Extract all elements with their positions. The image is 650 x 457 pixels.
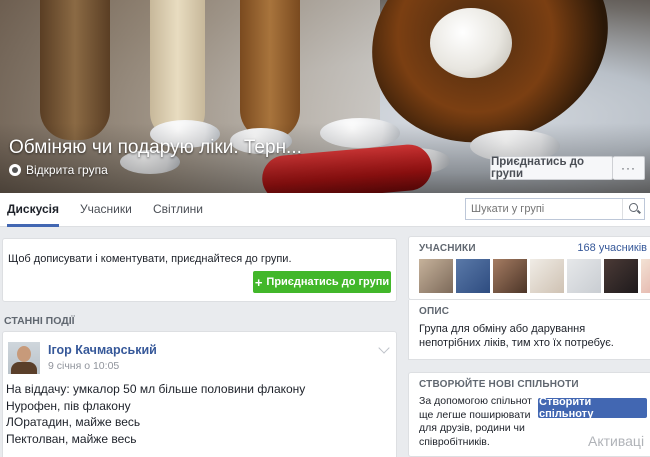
members-count-link[interactable]: 168 учасників xyxy=(577,242,647,254)
post-line: ЛОратадин, майже весь xyxy=(6,415,141,429)
join-prompt-card: Щоб дописувати і коментувати, приєднайте… xyxy=(2,238,397,302)
cover-bottle-shape xyxy=(40,0,110,140)
globe-icon xyxy=(9,164,21,176)
about-heading: ОПИС xyxy=(419,306,450,317)
tab-discussion[interactable]: Дискусія xyxy=(7,193,59,227)
join-prompt-text: Щоб дописувати і коментувати, приєднайте… xyxy=(8,253,292,265)
plus-icon: + xyxy=(254,274,263,290)
create-group-button[interactable]: Створити спільноту xyxy=(538,396,647,420)
recent-activity-heading: СТАННІ ПОДІЇ xyxy=(4,315,75,327)
member-avatar[interactable] xyxy=(530,259,564,293)
join-group-green-button[interactable]: + Приєднатись до групи xyxy=(253,271,391,293)
post-line: Нурофен, пів флакону xyxy=(6,398,131,413)
join-group-green-label: Приєднатись до групи xyxy=(266,276,390,288)
member-avatar[interactable] xyxy=(567,259,601,293)
tab-photos[interactable]: Світлини xyxy=(153,193,203,227)
post-line: Пектолван, майже весь xyxy=(6,431,137,446)
more-options-button[interactable]: ··· xyxy=(613,156,645,180)
members-card: УЧАСНИКИ 168 учасників xyxy=(408,236,650,300)
post-line: На віддачу: умкалор 50 мл більше половин… xyxy=(6,382,306,396)
post-author[interactable]: Ігор Качмарський xyxy=(48,343,157,357)
join-group-button[interactable]: Приєднатись до групи xyxy=(490,156,613,180)
tab-members[interactable]: Учасники xyxy=(80,193,132,227)
chevron-down-icon[interactable] xyxy=(378,342,390,354)
cover-bottle-shape xyxy=(240,0,300,140)
cover-pill xyxy=(430,8,512,78)
activation-watermark: Активаці xyxy=(588,433,645,449)
member-avatar[interactable] xyxy=(641,259,650,293)
group-title[interactable]: Обміняю чи подарую ліки. Терн... xyxy=(9,137,302,159)
group-privacy: Відкрита група xyxy=(9,163,108,177)
about-card: ОПИС Група для обміну або дарування непо… xyxy=(408,300,650,360)
group-search xyxy=(465,198,645,220)
post-card: Ігор Качмарський 9 січня о 10:05 На відд… xyxy=(2,331,397,457)
member-avatar[interactable] xyxy=(604,259,638,293)
avatar[interactable] xyxy=(8,342,40,374)
post-timestamp[interactable]: 9 січня о 10:05 xyxy=(48,360,119,372)
member-thumbnails xyxy=(419,259,650,293)
create-group-heading: СТВОРЮЙТЕ НОВІ СПІЛЬНОТИ xyxy=(419,379,579,390)
member-avatar[interactable] xyxy=(456,259,490,293)
member-avatar[interactable] xyxy=(419,259,453,293)
about-text: Група для обміну або дарування непотрібн… xyxy=(419,323,614,349)
member-avatar[interactable] xyxy=(493,259,527,293)
cover-bottle-shape xyxy=(150,0,205,140)
group-privacy-label: Відкрита група xyxy=(26,163,108,177)
search-input[interactable] xyxy=(466,199,616,219)
search-icon[interactable] xyxy=(622,199,644,219)
post-body: На віддачу: умкалор 50 мл більше половин… xyxy=(6,381,305,447)
create-group-text: За допомогою спільнот ще легше поширюват… xyxy=(419,395,532,448)
members-heading: УЧАСНИКИ xyxy=(419,243,476,254)
